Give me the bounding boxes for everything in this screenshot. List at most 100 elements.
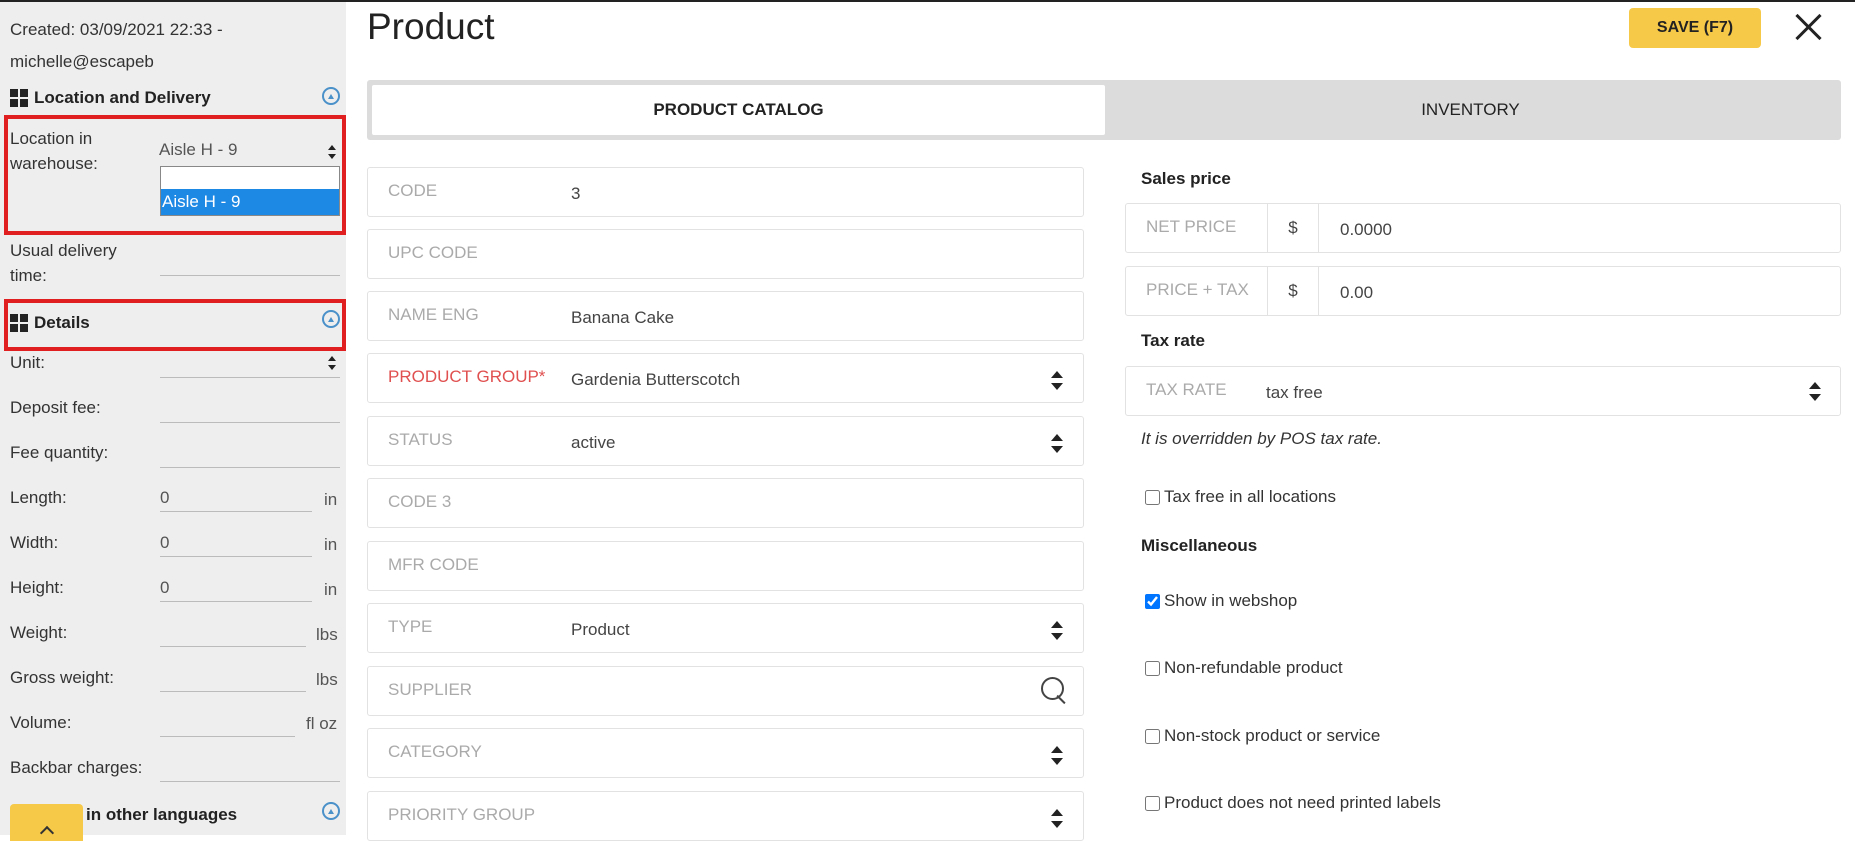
page-title: Product [367, 6, 495, 47]
delivery-input[interactable] [160, 250, 340, 276]
gross-weight-label: Gross weight: [10, 668, 114, 687]
volume-label: Volume: [10, 713, 72, 732]
sidebar: Created: 03/09/2021 22:33 - michelle@esc… [0, 2, 346, 835]
upc-code-field[interactable]: UPC CODE [367, 229, 1084, 279]
select-arrows-icon [1051, 809, 1063, 828]
length-input[interactable]: 0 [160, 486, 312, 512]
deposit-fee-label: Deposit fee: [10, 398, 101, 417]
location-delivery-header[interactable]: Location and Delivery [10, 88, 211, 108]
volume-input[interactable] [160, 711, 295, 737]
search-icon[interactable] [1041, 677, 1069, 705]
unit-select[interactable] [160, 352, 340, 378]
currency-symbol: $ [1267, 204, 1319, 252]
net-price-value[interactable]: 0.0000 [1340, 220, 1392, 240]
type-value: Product [571, 620, 630, 639]
languages-header[interactable]: in other languages [86, 805, 237, 825]
price-tax-field[interactable]: PRICE + TAX $ 0.00 [1125, 266, 1841, 316]
height-unit: in [324, 580, 338, 599]
volume-unit: fl oz [306, 714, 338, 733]
dropdown-option-selected[interactable]: Aisle H - 9 [161, 189, 339, 215]
currency-symbol: $ [1267, 267, 1319, 315]
category-select[interactable]: CATEGORY [367, 728, 1084, 778]
select-arrows-icon [328, 145, 336, 159]
tax-rate-value: tax free [1266, 383, 1323, 402]
select-arrows-icon [1809, 382, 1821, 401]
gross-weight-input[interactable] [160, 666, 306, 692]
location-delivery-title: Location and Delivery [34, 88, 211, 107]
unit-label: Unit: [10, 353, 45, 372]
details-title: Details [34, 313, 90, 332]
fee-quantity-label: Fee quantity: [10, 443, 109, 462]
height-label: Height: [10, 578, 64, 597]
weight-label: Weight: [10, 623, 68, 642]
product-group-select[interactable]: PRODUCT GROUP* Gardenia Butterscotch [367, 353, 1084, 403]
priority-group-select[interactable]: PRIORITY GROUP [367, 791, 1084, 841]
mfr-code-field[interactable]: MFR CODE [367, 541, 1084, 591]
tax-override-note: It is overridden by POS tax rate. [1141, 429, 1382, 448]
gross-weight-unit: lbs [316, 670, 338, 689]
close-icon[interactable] [1793, 12, 1823, 42]
name-eng-field[interactable]: NAME ENG Banana Cake [367, 291, 1084, 341]
tax-rate-heading: Tax rate [1141, 331, 1205, 350]
deposit-fee-input[interactable] [160, 397, 340, 423]
non-refundable-input[interactable] [1145, 660, 1160, 676]
non-refundable-checkbox[interactable]: Non-refundable product [1145, 658, 1343, 678]
scroll-to-top-button[interactable] [10, 804, 83, 841]
backbar-charges-input[interactable] [160, 756, 340, 782]
miscellaneous-heading: Miscellaneous [1141, 536, 1258, 555]
status-value: active [571, 433, 616, 452]
backbar-charges-label: Backbar charges: [10, 758, 143, 777]
dropdown-option-empty[interactable] [161, 167, 339, 189]
tax-rate-select[interactable]: TAX RATE tax free [1125, 366, 1841, 416]
length-label: Length: [10, 488, 67, 507]
tab-product-catalog[interactable]: PRODUCT CATALOG [372, 85, 1105, 135]
location-select[interactable]: Aisle H - 9 [159, 140, 237, 160]
collapse-up-icon[interactable] [322, 802, 340, 820]
fee-quantity-input[interactable] [160, 442, 340, 468]
select-arrows-icon [1051, 621, 1063, 640]
sales-price-heading: Sales price [1141, 169, 1231, 188]
tax-free-all-checkbox[interactable]: Tax free in all locations [1145, 487, 1336, 507]
collapse-up-icon[interactable] [322, 310, 340, 328]
grid-icon [10, 314, 28, 332]
location-label: Location in warehouse: [10, 129, 98, 173]
name-eng-value[interactable]: Banana Cake [571, 308, 674, 328]
tax-free-all-input[interactable] [1145, 489, 1160, 505]
select-arrows-icon [1051, 434, 1063, 453]
height-input[interactable]: 0 [160, 576, 312, 602]
no-printed-labels-checkbox[interactable]: Product does not need printed labels [1145, 793, 1441, 813]
tab-inventory[interactable]: INVENTORY [1105, 85, 1836, 135]
type-select[interactable]: TYPE Product [367, 603, 1084, 653]
width-input[interactable]: 0 [160, 531, 312, 557]
delivery-label: Usual delivery time: [10, 241, 117, 285]
supplier-field[interactable]: SUPPLIER [367, 666, 1084, 716]
price-tax-value[interactable]: 0.00 [1340, 283, 1373, 303]
collapse-up-icon[interactable] [322, 87, 340, 105]
length-unit: in [324, 490, 338, 509]
code-value[interactable]: 3 [571, 184, 580, 204]
code3-field[interactable]: CODE 3 [367, 478, 1084, 528]
non-stock-input[interactable] [1145, 728, 1160, 744]
non-stock-checkbox[interactable]: Non-stock product or service [1145, 726, 1380, 746]
net-price-field[interactable]: NET PRICE $ 0.0000 [1125, 203, 1841, 253]
grid-icon [10, 89, 28, 107]
no-printed-labels-input[interactable] [1145, 795, 1160, 811]
created-timestamp: Created: 03/09/2021 22:33 - [10, 20, 223, 39]
created-by: michelle@escapeb [10, 52, 154, 71]
weight-input[interactable] [160, 621, 306, 647]
status-select[interactable]: STATUS active [367, 416, 1084, 466]
show-in-webshop-checkbox[interactable]: Show in webshop [1145, 591, 1297, 611]
languages-title: in other languages [86, 805, 238, 824]
location-dropdown[interactable]: Aisle H - 9 [160, 166, 340, 216]
code-field[interactable]: CODE 3 [367, 167, 1084, 217]
created-info: Created: 03/09/2021 22:33 - michelle@esc… [10, 14, 340, 78]
width-unit: in [324, 535, 338, 554]
select-arrows-icon [328, 356, 336, 370]
select-arrows-icon [1051, 746, 1063, 765]
save-button[interactable]: SAVE (F7) [1629, 8, 1761, 48]
product-group-value: Gardenia Butterscotch [571, 370, 741, 389]
weight-unit: lbs [316, 625, 338, 644]
show-in-webshop-input[interactable] [1145, 593, 1160, 609]
tab-bar: PRODUCT CATALOG INVENTORY [367, 80, 1841, 140]
details-header[interactable]: Details [10, 313, 90, 333]
